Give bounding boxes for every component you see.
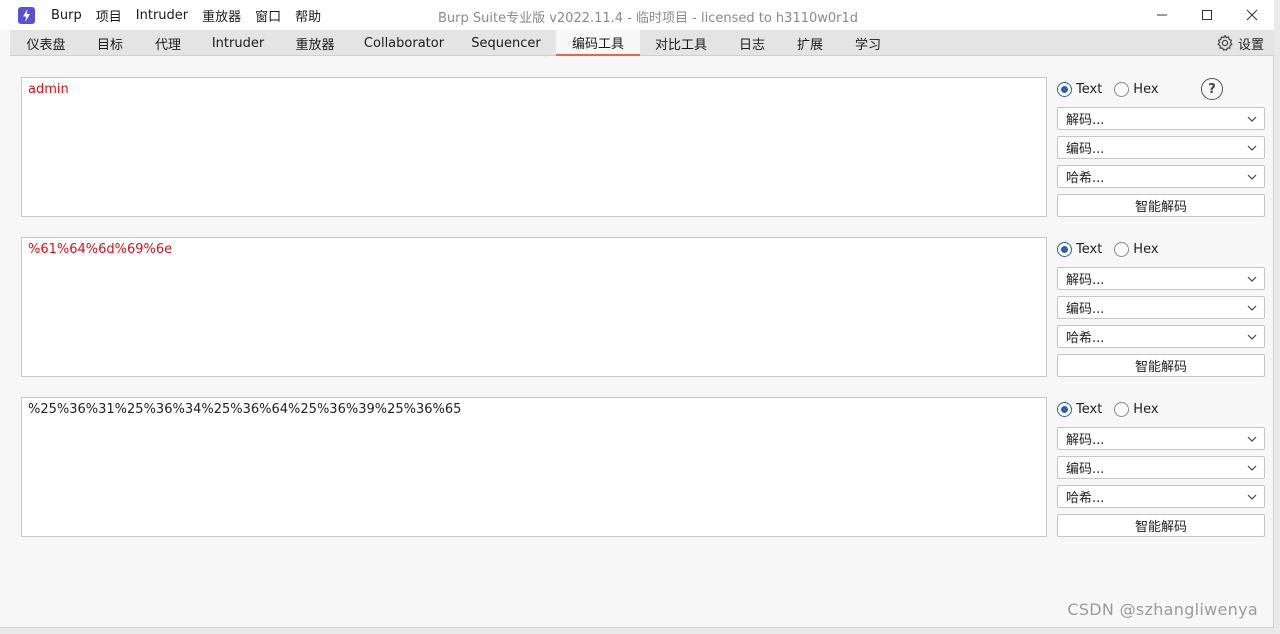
chevron-down-icon xyxy=(1247,174,1257,180)
radio-hex-label: Hex xyxy=(1133,401,1159,417)
decode-as-dropdown-1[interactable]: 解码... xyxy=(1057,107,1265,130)
hash-dropdown-2[interactable]: 哈希... xyxy=(1057,325,1265,348)
chevron-down-icon xyxy=(1247,494,1257,500)
decode-label: 解码... xyxy=(1066,433,1105,448)
format-radio-group-2: Text Hex xyxy=(1057,238,1171,260)
hash-dropdown-3[interactable]: 哈希... xyxy=(1057,485,1265,508)
minimize-icon[interactable] xyxy=(1139,0,1184,30)
radio-hex-label: Hex xyxy=(1133,81,1159,97)
hash-label: 哈希... xyxy=(1066,171,1105,186)
format-radio-group-1: Text Hex xyxy=(1057,78,1171,100)
hash-label: 哈希... xyxy=(1066,331,1105,346)
burp-lightning-icon xyxy=(18,7,35,24)
decoder-text-area-3[interactable]: %25%36%31%25%36%34%25%36%64%25%36%39%25%… xyxy=(21,397,1047,537)
tab-collaborator[interactable]: Collaborator xyxy=(356,30,452,56)
gear-icon xyxy=(1217,34,1233,51)
settings-label: 设置 xyxy=(1237,37,1264,53)
chevron-down-icon xyxy=(1247,334,1257,340)
menu-help[interactable]: 帮助 xyxy=(288,6,328,25)
menu-project[interactable]: 项目 xyxy=(89,6,129,25)
decoder-text-area-2[interactable]: %61%64%6d%69%6e xyxy=(21,237,1047,377)
menu-intruder[interactable]: Intruder xyxy=(129,8,195,23)
hash-label: 哈希... xyxy=(1066,491,1105,506)
tab-intruder[interactable]: Intruder xyxy=(202,30,274,56)
question-circle-icon[interactable]: ? xyxy=(1201,78,1223,100)
smart-decode-button-1[interactable]: 智能解码 xyxy=(1057,194,1265,217)
encode-label: 编码... xyxy=(1066,302,1105,317)
radio-text-1[interactable] xyxy=(1057,81,1072,97)
decode-label: 解码... xyxy=(1066,113,1105,128)
title-bar: Burp 项目 Intruder 重放器 窗口 帮助 Burp Suite专业版… xyxy=(0,0,1274,30)
tab-extensions[interactable]: 扩展 xyxy=(784,30,836,56)
encode-label: 编码... xyxy=(1066,142,1105,157)
decode-as-dropdown-3[interactable]: 解码... xyxy=(1057,427,1265,450)
encode-as-dropdown-1[interactable]: 编码... xyxy=(1057,136,1265,159)
tab-sequencer[interactable]: Sequencer xyxy=(462,30,550,56)
tab-proxy[interactable]: 代理 xyxy=(140,30,196,56)
decoder-text-area-1[interactable]: admin xyxy=(21,77,1047,217)
radio-text-label: Text xyxy=(1076,81,1103,97)
radio-hex-2[interactable] xyxy=(1114,241,1130,257)
window-controls xyxy=(1139,0,1274,30)
encode-as-dropdown-2[interactable]: 编码... xyxy=(1057,296,1265,319)
burp-window: Burp 项目 Intruder 重放器 窗口 帮助 Burp Suite专业版… xyxy=(0,0,1274,628)
csdn-watermark: CSDN @szhangliwenya xyxy=(1067,600,1258,619)
menu-window[interactable]: 窗口 xyxy=(248,6,288,25)
tab-target[interactable]: 目标 xyxy=(82,30,138,56)
window-title: Burp Suite专业版 v2022.11.4 - 临时项目 - licens… xyxy=(438,11,859,26)
smart-decode-button-3[interactable]: 智能解码 xyxy=(1057,514,1265,537)
decode-as-dropdown-2[interactable]: 解码... xyxy=(1057,267,1265,290)
format-radio-group-3: Text Hex xyxy=(1057,398,1171,420)
radio-text-label: Text xyxy=(1076,401,1103,417)
maximize-icon[interactable] xyxy=(1184,0,1229,30)
chevron-down-icon xyxy=(1247,305,1257,311)
tab-comparer[interactable]: 对比工具 xyxy=(646,30,716,56)
radio-hex-label: Hex xyxy=(1133,241,1159,257)
tab-learn[interactable]: 学习 xyxy=(842,30,894,56)
smart-decode-button-2[interactable]: 智能解码 xyxy=(1057,354,1265,377)
chevron-down-icon xyxy=(1247,465,1257,471)
hash-dropdown-1[interactable]: 哈希... xyxy=(1057,165,1265,188)
settings-button[interactable]: 设置 xyxy=(1216,30,1264,56)
close-icon[interactable] xyxy=(1229,0,1274,30)
radio-text-3[interactable] xyxy=(1057,401,1072,417)
encode-label: 编码... xyxy=(1066,462,1105,477)
decode-label: 解码... xyxy=(1066,273,1105,288)
encode-as-dropdown-3[interactable]: 编码... xyxy=(1057,456,1265,479)
chevron-down-icon xyxy=(1247,436,1257,442)
tab-decoder[interactable]: 编码工具 xyxy=(556,30,640,56)
chevron-down-icon xyxy=(1247,145,1257,151)
tab-repeater[interactable]: 重放器 xyxy=(282,30,348,56)
radio-hex-3[interactable] xyxy=(1114,401,1130,417)
menu-repeater[interactable]: 重放器 xyxy=(195,6,248,25)
chevron-down-icon xyxy=(1247,116,1257,122)
tab-logger[interactable]: 日志 xyxy=(726,30,778,56)
menu-burp[interactable]: Burp xyxy=(44,8,89,23)
radio-hex-1[interactable] xyxy=(1114,81,1130,97)
radio-text-label: Text xyxy=(1076,241,1103,257)
tab-dashboard[interactable]: 仪表盘 xyxy=(16,30,76,56)
radio-text-2[interactable] xyxy=(1057,241,1072,257)
chevron-down-icon xyxy=(1247,276,1257,282)
menu-bar: Burp 项目 Intruder 重放器 窗口 帮助 xyxy=(44,0,328,30)
main-tab-bar: 仪表盘 目标 代理 Intruder 重放器 Collaborator Sequ… xyxy=(10,30,1274,56)
